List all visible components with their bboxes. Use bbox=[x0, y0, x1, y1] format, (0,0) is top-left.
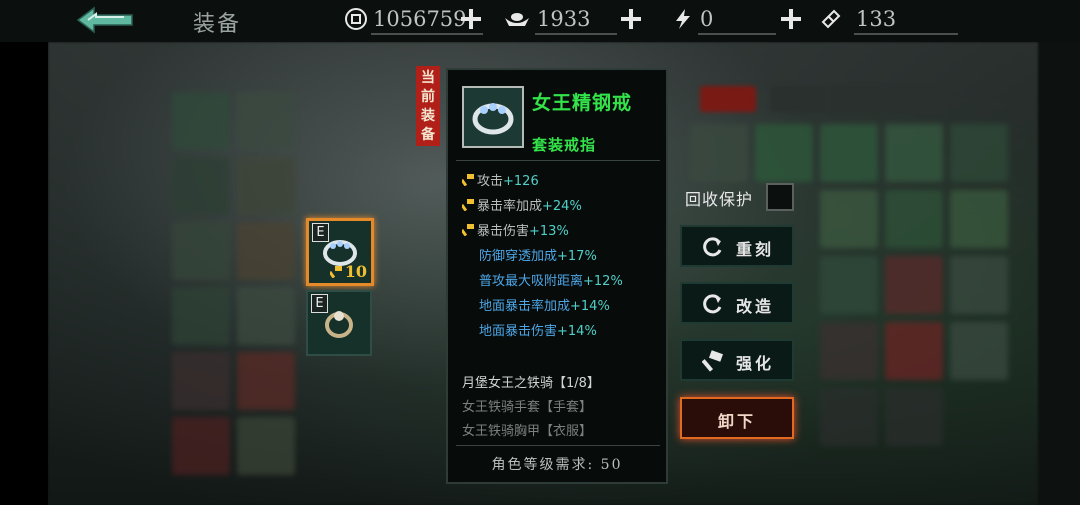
recycle-protect-checkbox[interactable] bbox=[766, 183, 794, 211]
ticket-icon bbox=[821, 9, 841, 29]
ring-icon bbox=[325, 311, 353, 338]
page-title: 装备 bbox=[193, 12, 242, 37]
energy-value: 0 bbox=[700, 7, 714, 31]
modify-button[interactable]: 改造 bbox=[680, 282, 794, 324]
sub-stat-line: 地面暴击伤害+14% bbox=[479, 324, 597, 339]
top-bar: 装备 1056759 1933 0 133 bbox=[0, 0, 1080, 42]
item-name: 女王精钢戒 bbox=[532, 92, 633, 114]
hammer-icon bbox=[462, 174, 474, 186]
tickets-counter: 133 bbox=[820, 4, 960, 35]
sub-stat-line: 防御穿透加成+17% bbox=[479, 249, 597, 264]
current-equipment-tag: 当前装备 bbox=[416, 66, 440, 146]
ring-slot-2[interactable]: E bbox=[306, 290, 372, 356]
item-detail-panel: 女王精钢戒 套装戒指 攻击+126 暴击率加成+24% 暴击伤害+13% 防御穿… bbox=[446, 68, 668, 484]
back-arrow-icon[interactable] bbox=[74, 4, 138, 36]
hammer-icon bbox=[462, 199, 474, 211]
coin-icon bbox=[345, 8, 367, 30]
add-coins-button[interactable] bbox=[458, 6, 484, 32]
sub-stat-line: 地面暴击率加成+14% bbox=[479, 299, 610, 314]
energy-counter: 0 bbox=[672, 4, 807, 35]
set-item: 女王铁骑胸甲【衣服】 bbox=[462, 424, 593, 439]
add-energy-button[interactable] bbox=[778, 6, 804, 32]
ring-icon bbox=[472, 103, 514, 135]
set-title: 月堡女王之铁骑【1/8】 bbox=[462, 376, 600, 391]
refresh-icon bbox=[703, 237, 722, 257]
add-ingots-button[interactable] bbox=[618, 6, 644, 32]
item-icon-frame bbox=[462, 86, 524, 148]
ingots-value: 1933 bbox=[537, 7, 591, 31]
recycle-protect-label: 回收保护 bbox=[685, 190, 754, 209]
coins-value: 1056759 bbox=[373, 7, 467, 31]
stat-line: 暴击伤害+13% bbox=[462, 220, 569, 239]
hammer-icon bbox=[702, 350, 724, 372]
stat-line: 暴击率加成+24% bbox=[462, 195, 582, 214]
equipped-ring-slot[interactable]: E 10 bbox=[306, 218, 374, 286]
unequip-button[interactable]: 卸下 bbox=[680, 397, 794, 439]
ingot-icon bbox=[505, 13, 529, 26]
lightning-icon bbox=[676, 9, 690, 29]
refresh-icon bbox=[703, 294, 722, 314]
enhance-level: 10 bbox=[329, 262, 367, 281]
set-item: 女王铁骑手套【手套】 bbox=[462, 400, 593, 415]
level-requirement: 角色等级需求: 50 bbox=[491, 457, 623, 473]
sub-stat-line: 普攻最大吸附距离+12% bbox=[479, 274, 623, 289]
reforge-button[interactable]: 重刻 bbox=[680, 225, 794, 267]
item-type: 套装戒指 bbox=[532, 136, 597, 154]
hammer-icon bbox=[329, 266, 342, 278]
hammer-icon bbox=[462, 224, 474, 236]
coins-counter: 1056759 bbox=[345, 4, 495, 35]
ingots-counter: 1933 bbox=[503, 4, 653, 35]
stat-line: 攻击+126 bbox=[462, 170, 539, 189]
left-edge bbox=[0, 0, 48, 505]
tickets-value: 133 bbox=[856, 7, 897, 31]
enhance-button[interactable]: 强化 bbox=[680, 339, 794, 381]
